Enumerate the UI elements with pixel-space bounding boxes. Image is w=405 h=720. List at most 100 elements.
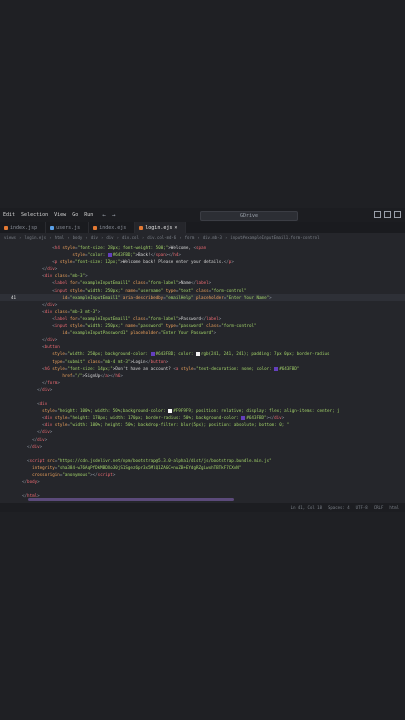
code-line[interactable]: style="width: 250px; background-color: #… xyxy=(0,350,405,357)
code-line[interactable]: </div> xyxy=(0,436,405,443)
code-line[interactable]: <div class="mb-3 mt-3"> xyxy=(0,308,405,315)
tab-login-ejs[interactable]: login.ejs × xyxy=(135,222,187,233)
code-line[interactable]: </form> xyxy=(0,379,405,386)
tab-index-jsp[interactable]: index.jsp xyxy=(0,222,47,233)
code-token: "username" xyxy=(138,287,164,293)
indentation[interactable]: Spaces: 4 xyxy=(328,505,350,510)
code-line[interactable]: style="height: 100%; width: 50%;backgrou… xyxy=(0,407,405,414)
line-number xyxy=(0,421,22,428)
breadcrumb-item[interactable]: views xyxy=(4,235,16,240)
code-token: "Enter Your Password" xyxy=(160,330,214,336)
line-number xyxy=(0,258,22,265)
back-arrow-icon[interactable]: ← xyxy=(102,212,106,219)
code-line[interactable]: <label for="exampleInputEmail1" class="f… xyxy=(0,279,405,286)
menu-edit[interactable]: Edit xyxy=(0,212,18,218)
code-line[interactable]: <input style="width: 250px;" name="passw… xyxy=(0,322,405,329)
code-token: > xyxy=(37,479,40,485)
code-line[interactable]: <input style="width: 250px;" name="usern… xyxy=(0,287,405,294)
customize-layout-icon[interactable] xyxy=(394,211,401,218)
code-text: <script src="https://cdn.jsdelivr.net/np… xyxy=(22,457,272,464)
code-token: </ xyxy=(22,337,48,343)
code-text: <div class="mb-3 mt-3"> xyxy=(22,308,100,315)
code-line[interactable]: href="/">SignUp</a></h6> xyxy=(0,372,405,379)
code-editor[interactable]: <h4 style="font-size: 28px; font-weight:… xyxy=(0,244,405,502)
line-number xyxy=(0,393,22,400)
menu-go[interactable]: Go xyxy=(69,212,81,218)
code-line[interactable]: </div> xyxy=(0,428,405,435)
menu-bar: Edit Selection View Go Run ← → GDrive xyxy=(0,208,405,222)
color-swatch-icon[interactable] xyxy=(168,409,173,414)
current-code-line[interactable]: 41 id="exampleInputEmail1" aria-describe… xyxy=(0,293,405,301)
code-token: span xyxy=(196,245,207,250)
code-line[interactable]: <p style="font-size: 12px;">Welcome back… xyxy=(0,258,405,265)
breadcrumb-item[interactable]: div.col xyxy=(122,235,139,240)
line-ending[interactable]: CRLF xyxy=(374,505,384,510)
breadcrumb-item[interactable]: html xyxy=(55,235,65,240)
code-token: style xyxy=(67,287,83,293)
code-line[interactable]: </div> xyxy=(0,443,405,450)
horizontal-scrollbar[interactable] xyxy=(28,498,234,501)
code-token: "form-control" xyxy=(221,323,257,329)
code-line[interactable]: </div> xyxy=(0,301,405,308)
code-text: </div> xyxy=(22,436,47,443)
code-token: class xyxy=(203,323,219,329)
line-number xyxy=(0,492,22,499)
breadcrumb-item[interactable]: input#exampleInputEmail1.form-control xyxy=(230,235,319,240)
code-line[interactable]: </div> xyxy=(0,265,405,272)
menu-view[interactable]: View xyxy=(51,212,69,218)
code-line[interactable]: <h6 style="font-size: 14px;">Don't have … xyxy=(0,365,405,372)
file-type-icon xyxy=(139,225,144,230)
code-line[interactable]: <div xyxy=(0,400,405,407)
code-line[interactable]: <button xyxy=(0,343,405,350)
code-token: "Enter Your Name" xyxy=(226,294,270,300)
tab-users-js[interactable]: users.js xyxy=(46,222,90,233)
breadcrumb-item[interactable]: div xyxy=(91,235,98,240)
code-line[interactable]: <div style="width: 100%; height: 50%; ba… xyxy=(0,421,405,428)
color-swatch-icon[interactable] xyxy=(274,366,279,371)
tab-index-ejs[interactable]: index.ejs xyxy=(89,222,136,233)
code-line[interactable]: </div> xyxy=(0,336,405,343)
code-line[interactable] xyxy=(0,485,405,492)
language-mode[interactable]: html xyxy=(389,505,399,510)
color-swatch-icon[interactable] xyxy=(241,416,246,421)
toggle-sidebar-icon[interactable] xyxy=(374,211,381,218)
code-line[interactable]: type="submit" class="mb-4 mt-3">Login</b… xyxy=(0,358,405,365)
breadcrumb-item[interactable]: body xyxy=(73,235,83,240)
breadcrumb-item[interactable]: div xyxy=(106,235,113,240)
menu-run[interactable]: Run xyxy=(81,212,96,218)
breadcrumb-item[interactable]: form xyxy=(185,235,195,240)
menu-selection[interactable]: Selection xyxy=(18,212,51,218)
command-center-search[interactable]: GDrive xyxy=(200,211,298,221)
code-line[interactable]: crossorigin="anonymous"></script> xyxy=(0,471,405,478)
code-line[interactable]: <label for="exampleInputEmail1" class="f… xyxy=(0,315,405,322)
code-token: > xyxy=(54,266,58,272)
code-line[interactable]: <script src="https://cdn.jsdelivr.net/np… xyxy=(0,457,405,464)
code-line[interactable]: id="exampleInputPassword1" placeholder="… xyxy=(0,329,405,336)
code-line[interactable]: style="color: #643FBD;">Back!</span></h4… xyxy=(0,251,405,258)
code-token: #643FBD" xyxy=(279,365,300,371)
code-line[interactable]: <div style="height: 170px; width: 170px;… xyxy=(0,414,405,421)
code-line[interactable]: <div class="mb-3"> xyxy=(0,272,405,279)
code-line[interactable] xyxy=(0,450,405,457)
color-swatch-icon[interactable] xyxy=(150,352,155,357)
breadcrumb-item[interactable]: div.col-md-6 xyxy=(147,235,176,240)
code-line[interactable]: <h4 style="font-size: 28px; font-weight:… xyxy=(0,244,405,251)
breadcrumb-item[interactable]: login.ejs xyxy=(24,235,46,240)
color-swatch-icon[interactable] xyxy=(195,352,200,357)
code-token: >Password xyxy=(178,315,202,321)
breadcrumb-separator: › xyxy=(224,235,228,240)
forward-arrow-icon[interactable]: → xyxy=(112,212,116,219)
toggle-panel-icon[interactable] xyxy=(384,211,391,218)
color-swatch-icon[interactable] xyxy=(107,253,112,258)
code-text: <button xyxy=(22,343,60,350)
code-line[interactable] xyxy=(0,393,405,400)
encoding[interactable]: UTF-8 xyxy=(356,505,368,510)
cursor-position[interactable]: Ln 41, Col 18 xyxy=(291,505,322,510)
code-line[interactable]: integrity="sha384-w76AqPfDkMBDXo30jS1Sge… xyxy=(0,464,405,471)
breadcrumb-item[interactable]: div.mb-3 xyxy=(203,235,222,240)
code-token: </ xyxy=(22,301,48,307)
close-icon[interactable]: × xyxy=(174,225,177,231)
code-line[interactable]: </body> xyxy=(0,478,405,485)
code-line[interactable]: </div> xyxy=(0,386,405,393)
line-number xyxy=(0,287,22,294)
